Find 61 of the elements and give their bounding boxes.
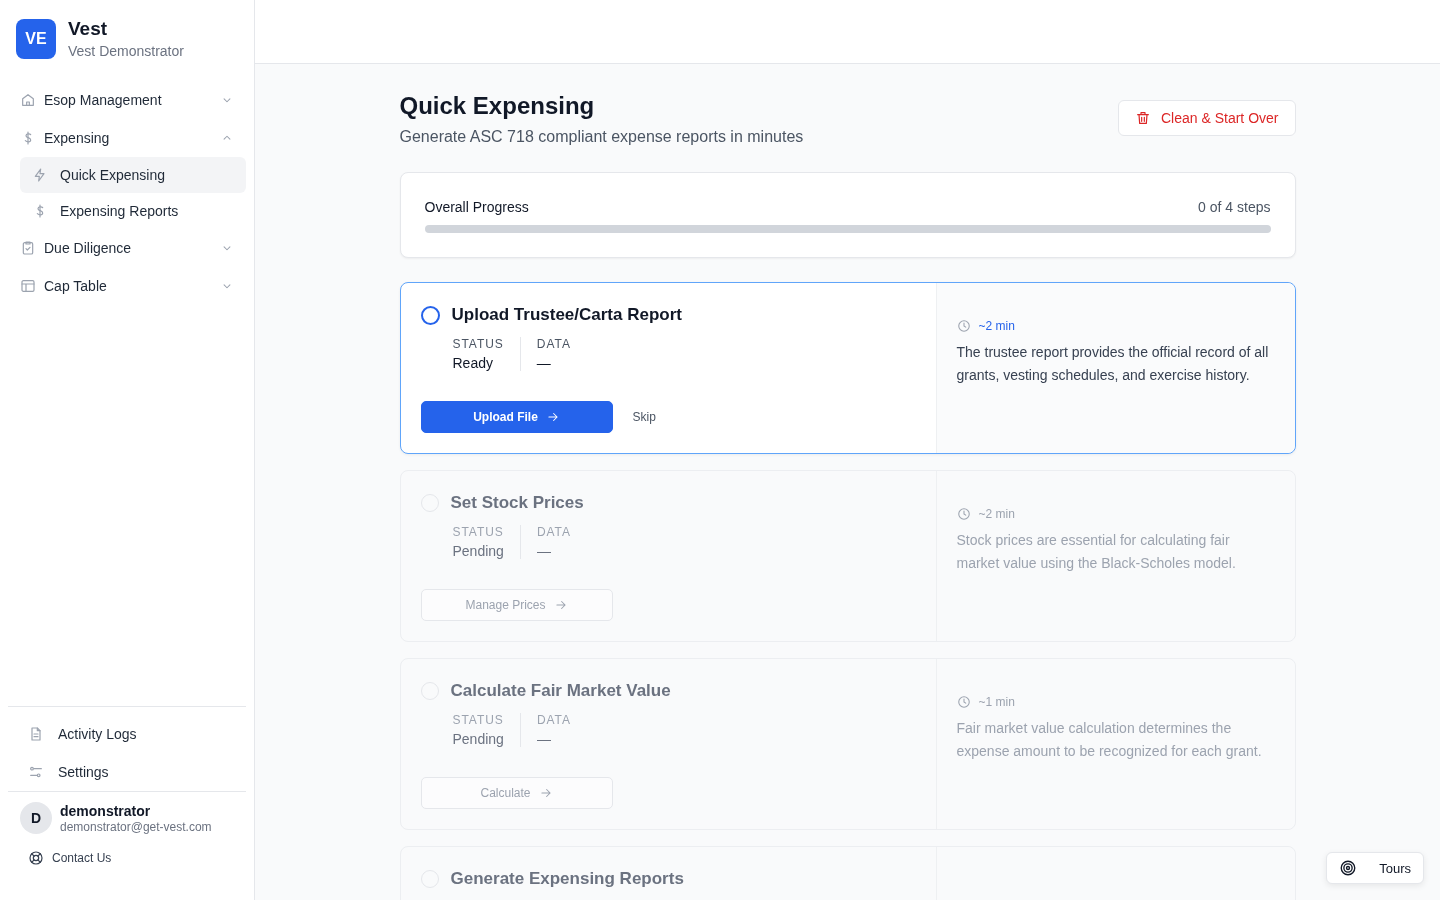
step-description: Stock prices are essential for calculating fair market value using the Black-Scholes model.: [956, 531, 1237, 573]
clock-icon: [956, 319, 971, 333]
avatar: D: [20, 802, 52, 834]
data-value: —: [536, 731, 552, 747]
status-value: Ready: [452, 355, 494, 371]
document-icon: [28, 726, 44, 742]
user-name: demonstrator: [60, 802, 152, 819]
page-title: Quick Expensing: [399, 92, 596, 120]
table-icon: [20, 278, 36, 294]
progress-label: Overall Progress: [424, 199, 529, 215]
step-button[interactable]: Upload File: [420, 401, 613, 433]
status-label: STATUS: [452, 337, 504, 351]
app-name: Vest: [68, 18, 109, 40]
sliders-icon: [28, 764, 44, 780]
progress-count: 0 of 4 steps: [1198, 199, 1271, 215]
skip-link[interactable]: Skip: [632, 410, 656, 424]
clipboard-icon: [20, 240, 36, 256]
nav-item[interactable]: Esop Management: [8, 81, 246, 119]
target-icon: [1339, 859, 1358, 877]
step-description: Fair market value calculation determines the expense amount to be recognized for each grant.: [956, 719, 1263, 761]
time-estimate: ~1 min: [978, 695, 1015, 709]
nav-item[interactable]: Settings: [16, 753, 238, 791]
data-label: DATA: [536, 525, 571, 539]
lifebuoy-icon: [28, 850, 44, 866]
data-label: DATA: [536, 713, 571, 727]
home-icon: [20, 92, 36, 108]
clock-icon: [956, 695, 971, 709]
step-title: Calculate Fair Market Value: [450, 681, 671, 701]
arrow-right-icon: [538, 786, 553, 800]
data-value: —: [536, 355, 552, 371]
lightning-icon: [32, 167, 48, 183]
workspace-name: Vest Demonstrator: [68, 43, 184, 59]
nav-item[interactable]: Due Diligence: [8, 229, 246, 267]
status-value: Pending: [452, 731, 504, 747]
status-label: STATUS: [452, 713, 504, 727]
nav-item[interactable]: Activity Logs: [16, 715, 238, 753]
trash-icon: [1135, 110, 1151, 126]
nav-subitem[interactable]: Expensing Reports: [20, 193, 246, 229]
time-estimate: ~2 min: [978, 319, 1015, 333]
step-radio[interactable]: [420, 305, 440, 325]
contact-link[interactable]: Contact Us: [8, 842, 246, 900]
step-title: Upload Trustee/Carta Report: [451, 305, 682, 325]
data-value: —: [536, 543, 552, 559]
user-email: demonstrator@get-vest.com: [60, 819, 212, 834]
step-description: The trustee report provides the official record of all grants, vesting schedules, and exercise history.: [956, 343, 1270, 385]
status-label: STATUS: [452, 525, 504, 539]
step-title: Set Stock Prices: [450, 493, 584, 513]
status-value: Pending: [452, 543, 504, 559]
clock-icon: [956, 507, 971, 521]
nav-item[interactable]: Cap Table: [8, 267, 246, 305]
arrow-right-icon: [545, 410, 560, 424]
nav-subitem[interactable]: Quick Expensing: [20, 157, 246, 193]
data-label: DATA: [536, 337, 571, 351]
nav-item[interactable]: Expensing: [8, 119, 246, 157]
step-title: Generate Expensing Reports: [450, 869, 684, 889]
time-estimate: ~2 min: [978, 507, 1015, 521]
arrow-right-icon: [553, 598, 568, 612]
logo: VE: [16, 18, 56, 59]
page-subtitle: Generate ASC 718 compliant expense reports in minutes: [399, 128, 804, 146]
reset-button[interactable]: Clean & Start Over: [1118, 100, 1296, 136]
tours-button[interactable]: Tours: [1326, 852, 1424, 884]
